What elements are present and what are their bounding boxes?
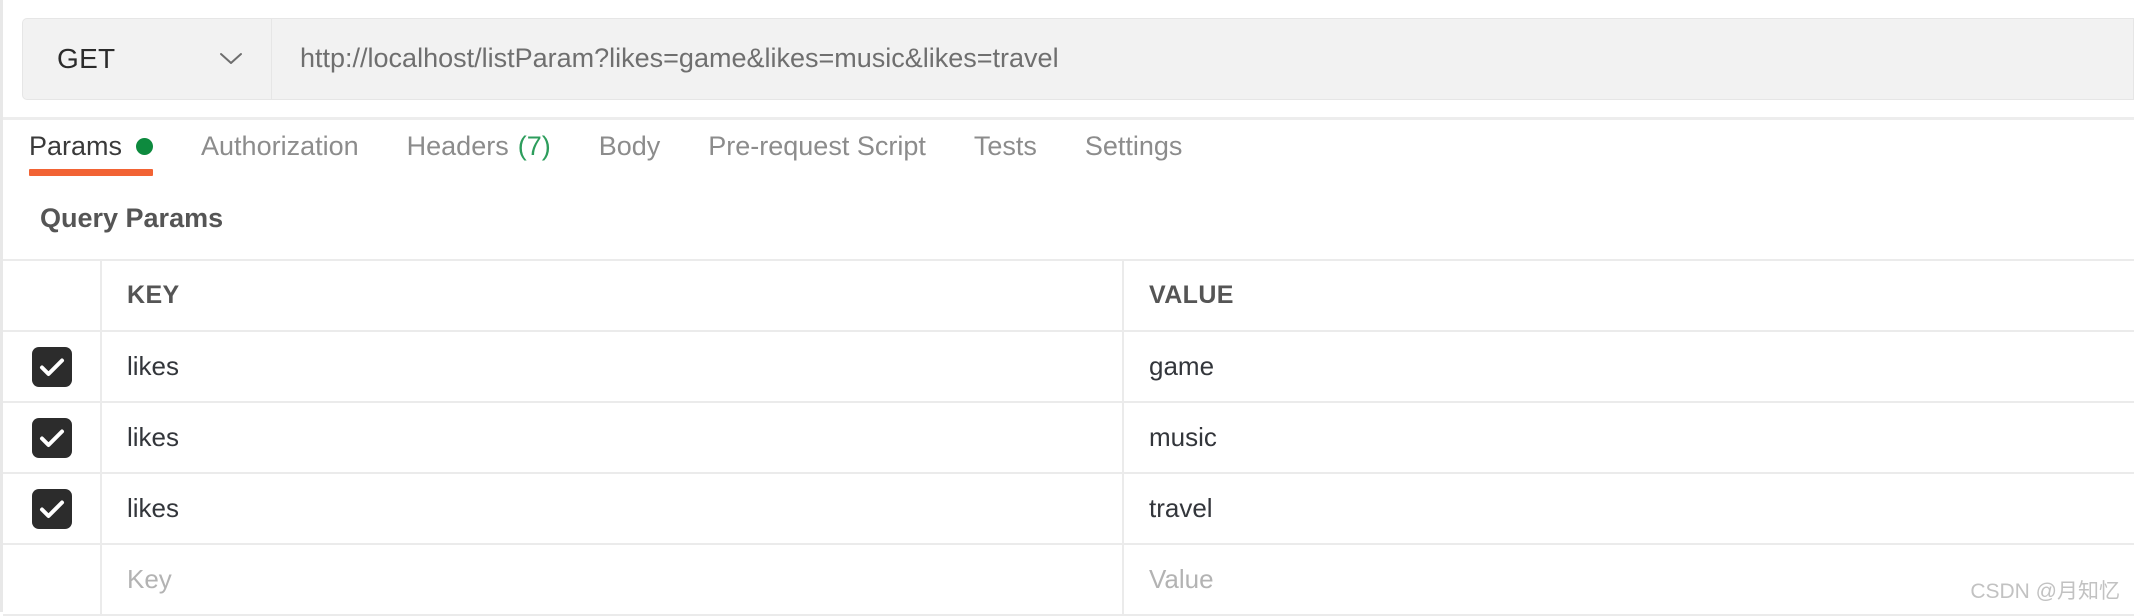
- row-value-text: game: [1149, 351, 1215, 381]
- row-key-text: likes: [127, 351, 180, 381]
- tab-tests-label: Tests: [973, 131, 1037, 161]
- row-key-text: likes: [127, 493, 180, 523]
- empty-row-check-cell: [3, 543, 101, 616]
- row-key-cell[interactable]: likes: [100, 472, 1123, 545]
- postman-request-pane: GET http://localhost/listParam?likes=gam…: [0, 0, 2134, 616]
- header-cell-check: [3, 259, 101, 332]
- tab-pre-request-script-label: Pre-request Script: [708, 131, 926, 161]
- check-icon: [39, 429, 64, 447]
- tab-authorization-label: Authorization: [201, 131, 359, 161]
- empty-row-key-cell[interactable]: Key: [100, 543, 1123, 616]
- row-value-cell[interactable]: music: [1122, 401, 2134, 474]
- row-checkbox[interactable]: [31, 488, 72, 529]
- column-header-value: VALUE: [1149, 281, 1234, 309]
- tab-pre-request-script[interactable]: Pre-request Script: [708, 133, 926, 180]
- request-url-input[interactable]: http://localhost/listParam?likes=game&li…: [272, 17, 2134, 100]
- row-value-text: travel: [1149, 493, 1213, 523]
- header-cell-value: VALUE: [1122, 259, 2134, 332]
- table-header-row: KEY VALUE: [3, 259, 2134, 332]
- check-icon: [39, 358, 64, 376]
- table-row: likes music: [3, 401, 2134, 474]
- empty-row-key-placeholder: Key: [127, 564, 172, 594]
- column-header-key: KEY: [127, 281, 180, 309]
- tab-params[interactable]: Params: [29, 131, 154, 180]
- row-value-cell[interactable]: game: [1122, 330, 2134, 403]
- request-tab-bar: Params Authorization Headers (7) Body Pr…: [3, 120, 2134, 188]
- row-checkbox[interactable]: [31, 417, 72, 458]
- chevron-down-icon: [220, 52, 242, 64]
- tab-settings[interactable]: Settings: [1085, 133, 1183, 180]
- tab-tests[interactable]: Tests: [974, 133, 1037, 180]
- row-value-cell[interactable]: travel: [1122, 472, 2134, 545]
- tab-headers[interactable]: Headers (7): [407, 133, 551, 180]
- table-row: likes travel: [3, 472, 2134, 545]
- row-key-cell[interactable]: likes: [100, 330, 1123, 403]
- params-modified-dot-icon: [136, 138, 154, 155]
- query-params-title: Query Params: [40, 203, 224, 233]
- row-value-text: music: [1149, 422, 1217, 452]
- row-check-cell: [3, 401, 101, 474]
- watermark-label: CSDN @月知忆: [1970, 580, 2120, 603]
- http-method-label: GET: [57, 42, 116, 74]
- table-empty-row: Key Value: [3, 543, 2134, 616]
- request-url-bar: GET http://localhost/listParam?likes=gam…: [3, 0, 2134, 120]
- row-checkbox[interactable]: [31, 346, 72, 387]
- row-check-cell: [3, 472, 101, 545]
- tab-settings-label: Settings: [1084, 131, 1183, 161]
- check-icon: [39, 500, 64, 518]
- row-key-cell[interactable]: likes: [100, 401, 1123, 474]
- tab-authorization[interactable]: Authorization: [201, 133, 359, 180]
- tab-headers-label: Headers: [406, 131, 509, 161]
- http-method-select[interactable]: GET: [22, 17, 272, 100]
- tab-body-label: Body: [598, 131, 661, 161]
- request-url-text: http://localhost/listParam?likes=game&li…: [300, 43, 1059, 73]
- query-params-table: KEY VALUE likes game likes music likes t…: [3, 259, 2134, 616]
- tab-headers-count: (7): [517, 131, 551, 161]
- empty-row-value-placeholder: Value: [1149, 564, 1214, 594]
- tab-body[interactable]: Body: [599, 133, 661, 180]
- table-row: likes game: [3, 330, 2134, 403]
- header-cell-key: KEY: [100, 259, 1123, 332]
- row-key-text: likes: [127, 422, 180, 452]
- tab-params-label: Params: [29, 131, 123, 161]
- row-check-cell: [3, 330, 101, 403]
